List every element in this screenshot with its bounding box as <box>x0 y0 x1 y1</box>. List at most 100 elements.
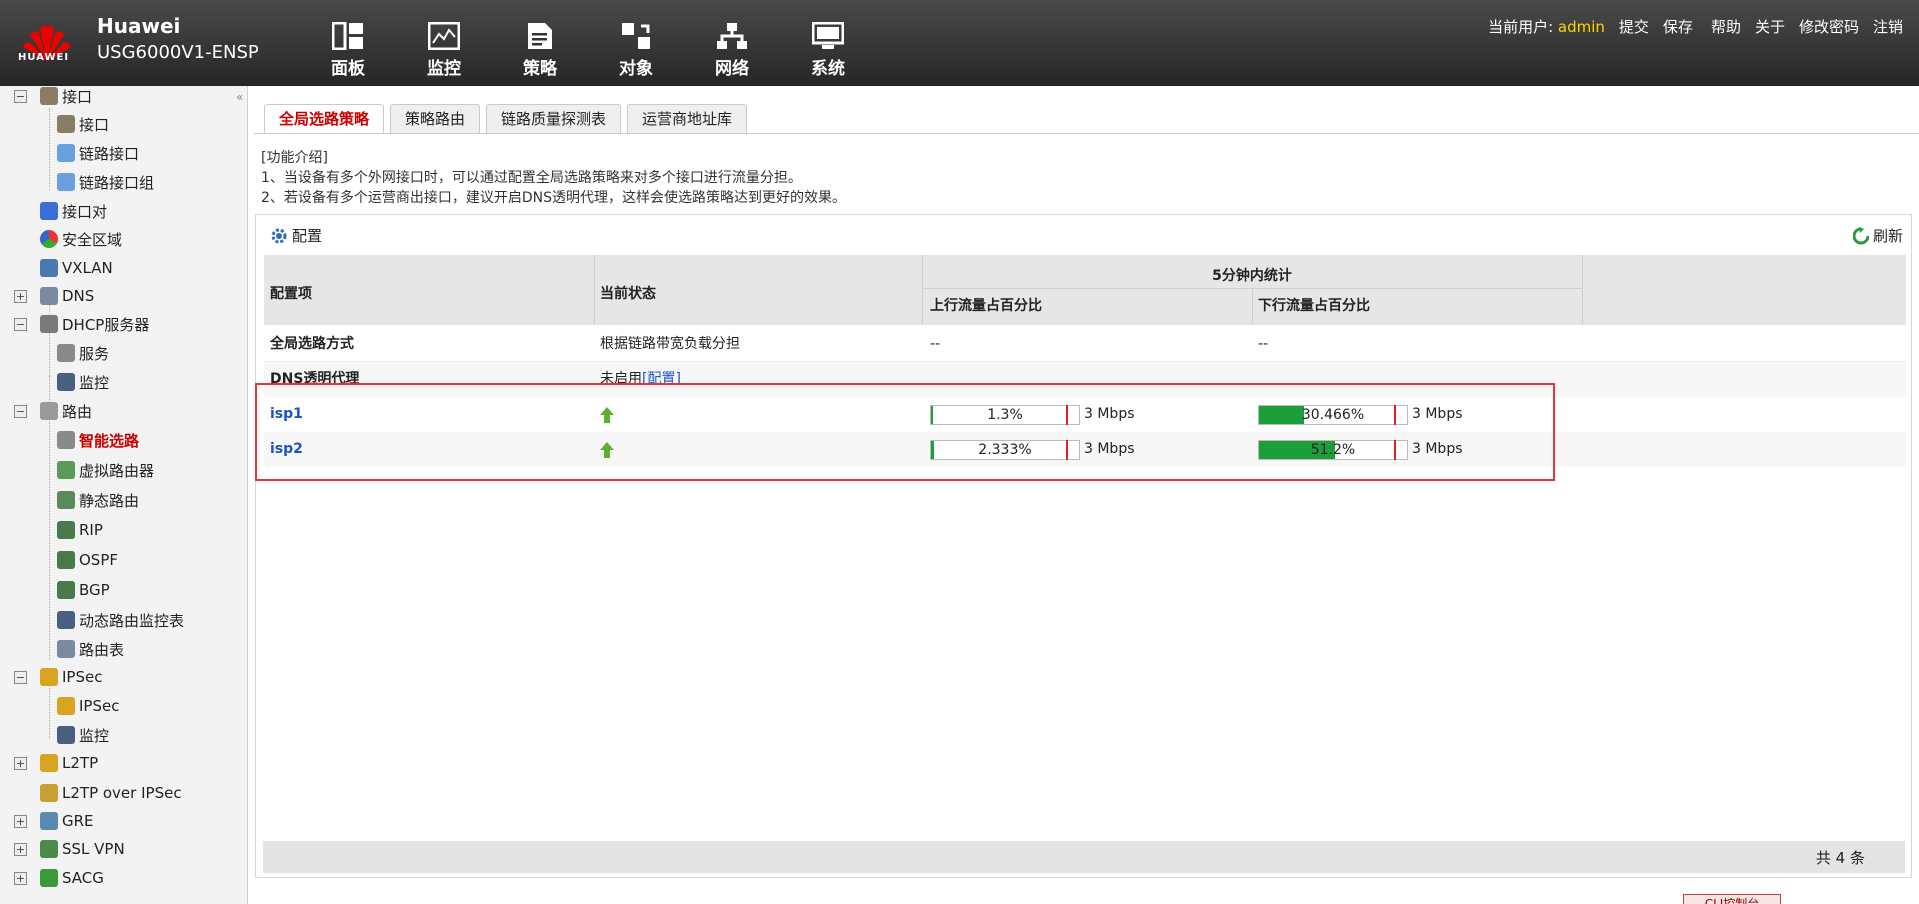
col-uplink-percent: 上行流量占百分比 <box>930 298 1042 314</box>
expand-toggle-icon[interactable]: + <box>14 289 27 303</box>
tab-link-quality-probe[interactable]: 链路质量探测表 <box>486 104 622 134</box>
l2tp-ipsec-icon <box>40 784 58 802</box>
expand-toggle-icon[interactable]: − <box>14 317 27 331</box>
change-password-link[interactable]: 修改密码 <box>1799 16 1859 37</box>
nav-monitor[interactable]: 监控 <box>396 0 492 86</box>
ospf-icon <box>57 551 75 569</box>
sidebar-item-security-zone[interactable]: 安全区域 <box>40 227 122 251</box>
sidebar-item-static-route[interactable]: 静态路由 <box>57 488 139 512</box>
network-icon <box>717 23 747 49</box>
sidebar-item-l2tp-over-ipsec[interactable]: L2TP over IPSec <box>40 781 182 805</box>
ssl-vpn-icon <box>40 840 58 858</box>
row-status: 根据链路带宽负载分担 <box>600 336 740 352</box>
submit-link[interactable]: 提交 <box>1619 16 1649 37</box>
sidebar-item-link-interface-group[interactable]: 链路接口组 <box>57 170 154 194</box>
sidebar-item-ipsec-monitor[interactable]: 监控 <box>57 723 109 747</box>
nav-label: 监控 <box>427 59 461 79</box>
sidebar-item-interface-sub[interactable]: 接口 <box>57 112 109 136</box>
help-link[interactable]: 帮助 <box>1711 16 1741 37</box>
sidebar-item-dynamic-route-monitor[interactable]: 动态路由监控表 <box>57 608 184 632</box>
interface-icon <box>57 115 75 133</box>
row-name: 全局选路方式 <box>270 336 354 352</box>
refresh-icon <box>1852 226 1869 244</box>
sidebar-item-ipsec[interactable]: − IPSec <box>14 665 102 689</box>
save-link[interactable]: 保存 <box>1663 16 1693 37</box>
expand-toggle-icon[interactable]: − <box>14 89 27 103</box>
table-footer: 共 4 条 <box>263 841 1905 873</box>
expand-toggle-icon[interactable]: + <box>14 814 27 828</box>
l2tp-icon <box>40 754 58 772</box>
tab-policy-route[interactable]: 策略路由 <box>390 104 481 134</box>
user-bar: 当前用户: admin 提交 保存 帮助 关于 修改密码 注销 <box>1488 16 1903 37</box>
sidebar-item-ospf[interactable]: OSPF <box>57 548 118 572</box>
expand-toggle-icon[interactable]: − <box>14 404 27 418</box>
expand-toggle-icon[interactable]: + <box>14 871 27 885</box>
tab-global-route-policy[interactable]: 全局选路策略 <box>264 104 385 134</box>
policy-icon <box>528 23 552 49</box>
sidebar-item-ssl-vpn[interactable]: + SSL VPN <box>14 837 125 861</box>
lock-icon <box>57 697 75 715</box>
sidebar-item-interface-pair[interactable]: 接口对 <box>40 199 107 223</box>
expand-toggle-icon[interactable]: + <box>14 842 27 856</box>
device-model: USG6000V1-ENSP <box>97 42 259 63</box>
nav-object[interactable]: 对象 <box>588 0 684 86</box>
cli-console-button[interactable]: CLI控制台 <box>1683 894 1781 904</box>
sidebar-item-dns[interactable]: + DNS <box>14 284 94 308</box>
smart-routing-icon <box>57 431 75 449</box>
sidebar-item-ipsec-sub[interactable]: IPSec <box>57 694 119 718</box>
config-header: 配置 <box>270 225 322 246</box>
col-divider <box>1582 255 1583 325</box>
logo-text: HUAWEI <box>18 52 70 63</box>
sidebar-item-l2tp[interactable]: + L2TP <box>14 751 98 775</box>
monitor-icon <box>57 726 75 744</box>
interface-pair-icon <box>40 202 58 220</box>
shield-icon <box>40 869 58 887</box>
nav-dashboard[interactable]: 面板 <box>300 0 396 86</box>
row-downlink: -- <box>1258 336 1269 352</box>
expand-toggle-icon[interactable]: − <box>14 670 27 684</box>
sidebar-collapse-icon[interactable]: « <box>236 90 243 104</box>
config-panel: 配置 刷新 配置项 当前状态 5分钟内统计 上行流量占百分比 下行流量占百分比 … <box>255 214 1912 878</box>
sidebar-item-dhcp-monitor[interactable]: 监控 <box>57 370 109 394</box>
static-route-icon <box>57 491 75 509</box>
logout-link[interactable]: 注销 <box>1873 16 1903 37</box>
sidebar-item-interface[interactable]: − 接口 <box>14 86 92 108</box>
sidebar-item-dhcp[interactable]: − DHCP服务器 <box>14 312 149 336</box>
row-uplink: -- <box>930 336 941 352</box>
sidebar-item-bgp[interactable]: BGP <box>57 578 110 602</box>
sidebar-item-gre[interactable]: + GRE <box>14 809 94 833</box>
brand-name: Huawei <box>97 14 181 38</box>
tree-guide <box>49 681 50 739</box>
refresh-button[interactable]: 刷新 <box>1852 225 1903 246</box>
nav-policy[interactable]: 策略 <box>492 0 588 86</box>
sidebar-item-virtual-router[interactable]: 虚拟路由器 <box>57 458 154 482</box>
sidebar-item-smart-routing[interactable]: 智能选路 <box>57 428 139 452</box>
expand-toggle-icon[interactable]: + <box>14 756 27 770</box>
tab-isp-address-library[interactable]: 运营商地址库 <box>627 104 748 134</box>
object-icon <box>622 23 650 49</box>
nav-label: 面板 <box>331 59 365 79</box>
total-count: 共 4 条 <box>1815 849 1865 867</box>
sidebar-item-rip[interactable]: RIP <box>57 518 103 542</box>
sidebar-item-routing[interactable]: − 路由 <box>14 399 92 423</box>
nav-system[interactable]: 系统 <box>780 0 876 86</box>
virtual-router-icon <box>57 461 75 479</box>
dhcp-icon <box>40 315 58 333</box>
sidebar-item-sacg[interactable]: + SACG <box>14 866 104 890</box>
nav-label: 系统 <box>811 59 845 79</box>
sidebar-item-vxlan[interactable]: VXLAN <box>40 256 113 280</box>
nav-label: 策略 <box>523 59 557 79</box>
sidebar-item-dhcp-service[interactable]: 服务 <box>57 341 109 365</box>
sidebar-item-link-interface[interactable]: 链路接口 <box>57 141 139 165</box>
main-nav: 面板 监控 策略 对象 网络 系统 <box>300 0 876 86</box>
config-label: 配置 <box>292 227 323 245</box>
nav-network[interactable]: 网络 <box>684 0 780 86</box>
gre-icon <box>40 812 58 830</box>
dashboard-icon <box>332 22 363 50</box>
vxlan-icon <box>40 259 58 277</box>
sidebar-item-routing-table[interactable]: 路由表 <box>57 637 124 661</box>
monitor-icon <box>57 373 75 391</box>
username: admin <box>1557 18 1605 36</box>
about-link[interactable]: 关于 <box>1755 16 1785 37</box>
red-highlight-box <box>255 383 1555 481</box>
